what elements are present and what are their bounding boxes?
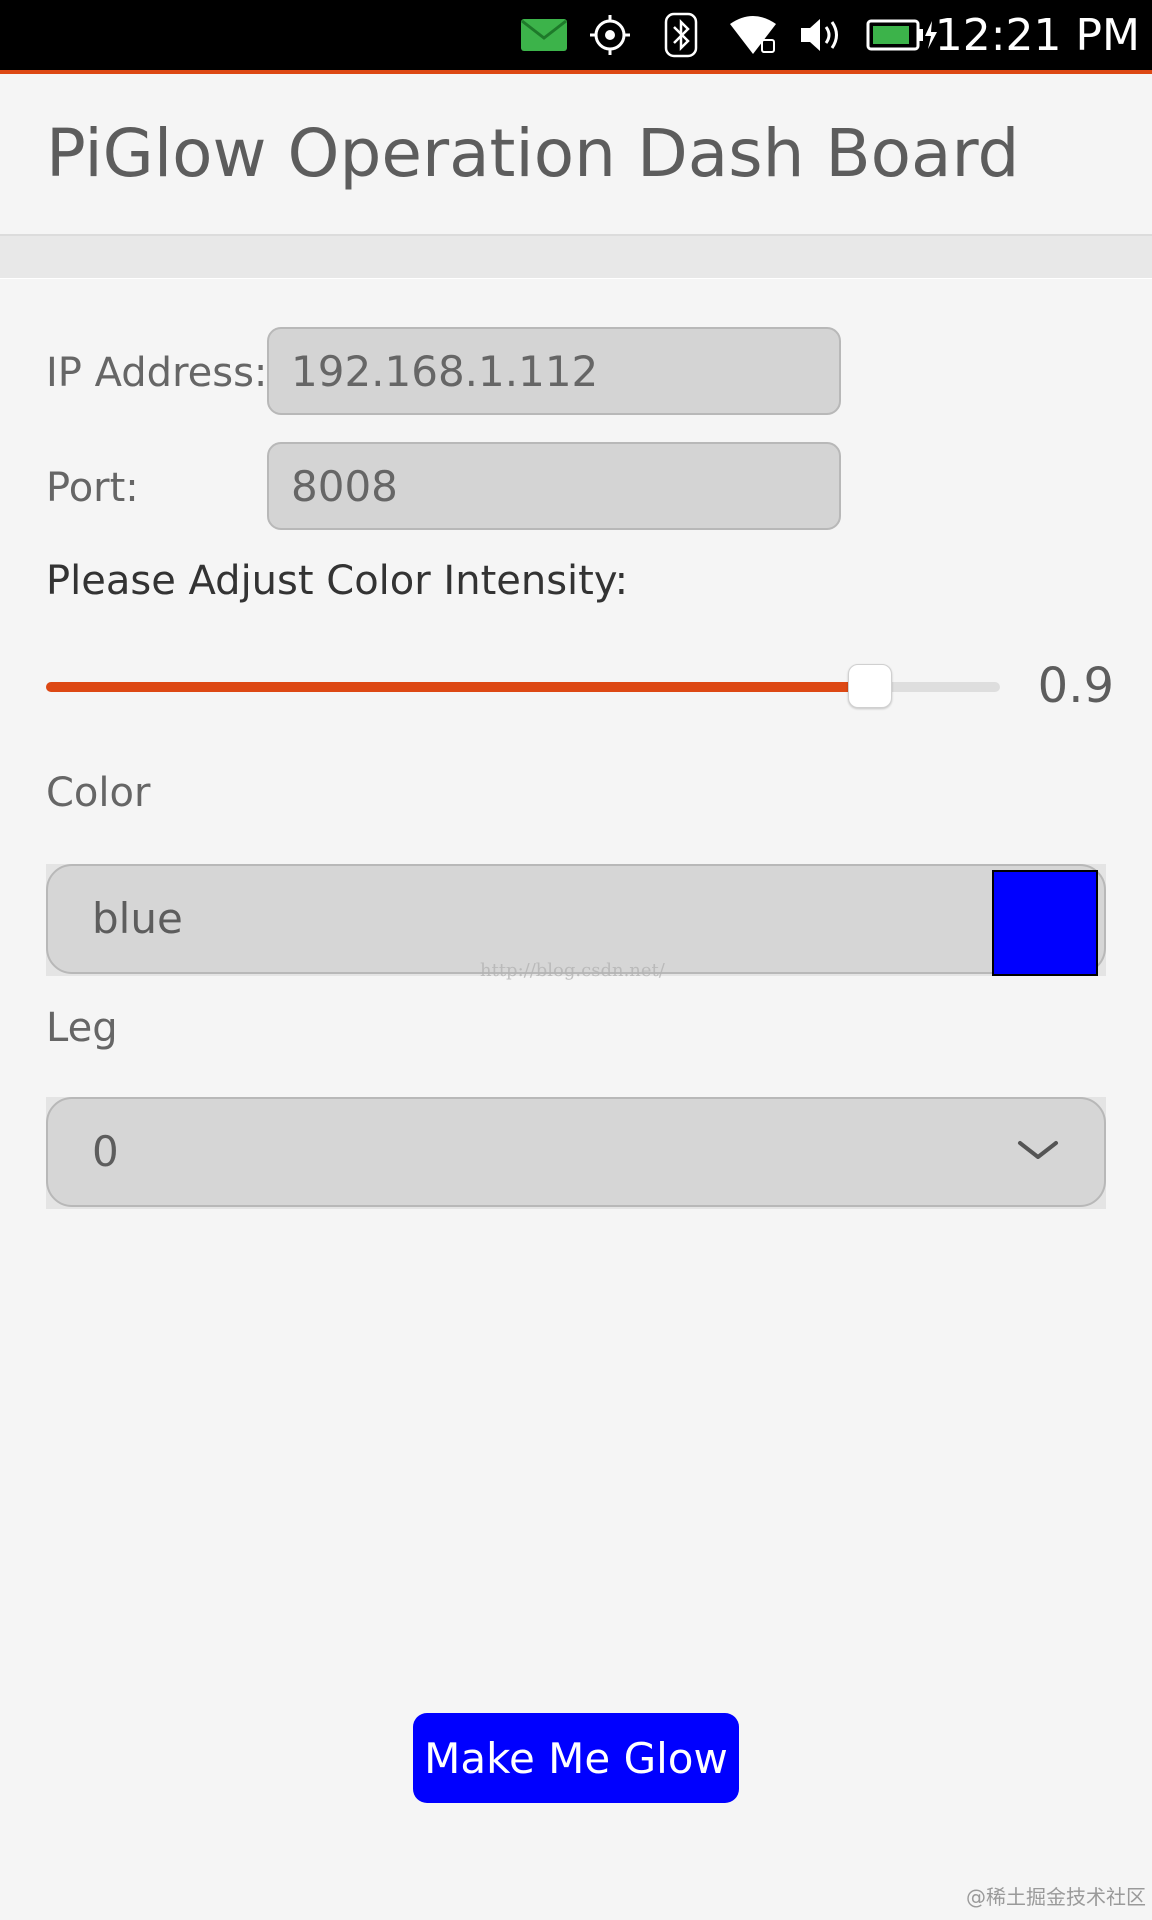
color-value: blue [92,894,183,943]
leg-dropdown[interactable]: 0 [46,1097,1106,1209]
color-label: Color [46,770,151,816]
page-title: PiGlow Operation Dash Board [46,115,1020,192]
battery-icon [866,14,940,56]
volume-icon [798,14,844,56]
leg-label: Leg [46,1005,118,1051]
clock: 12:21 PM [934,10,1140,61]
bluetooth-icon [664,12,698,58]
app-header: PiGlow Operation Dash Board [0,74,1152,236]
mail-icon [520,14,568,56]
color-selector-field[interactable] [46,864,1106,974]
leg-dropdown-field[interactable] [46,1097,1106,1207]
port-input[interactable] [291,461,839,511]
ip-address-input[interactable] [291,346,839,396]
watermark: http://blog.csdn.net/ [480,960,665,981]
port-field[interactable] [267,442,841,530]
intensity-label: Please Adjust Color Intensity: [46,558,629,604]
corner-watermark: @稀土掘金技术社区 [966,1885,1146,1909]
header-divider [0,236,1152,279]
intensity-value: 0.9 [1037,658,1114,714]
chevron-down-icon[interactable] [1016,1137,1060,1165]
status-bar: 12:21 PM [0,0,1152,74]
ip-address-label: IP Address: [46,350,268,396]
leg-value: 0 [92,1127,119,1176]
ip-address-field[interactable] [267,327,841,415]
slider-fill [46,682,871,692]
port-label: Port: [46,465,139,511]
intensity-slider[interactable] [46,664,1000,708]
wifi-icon [728,14,778,56]
slider-thumb[interactable] [848,664,893,708]
location-icon [588,14,632,56]
color-swatch[interactable] [992,870,1098,976]
make-me-glow-button[interactable]: Make Me Glow [413,1713,739,1803]
